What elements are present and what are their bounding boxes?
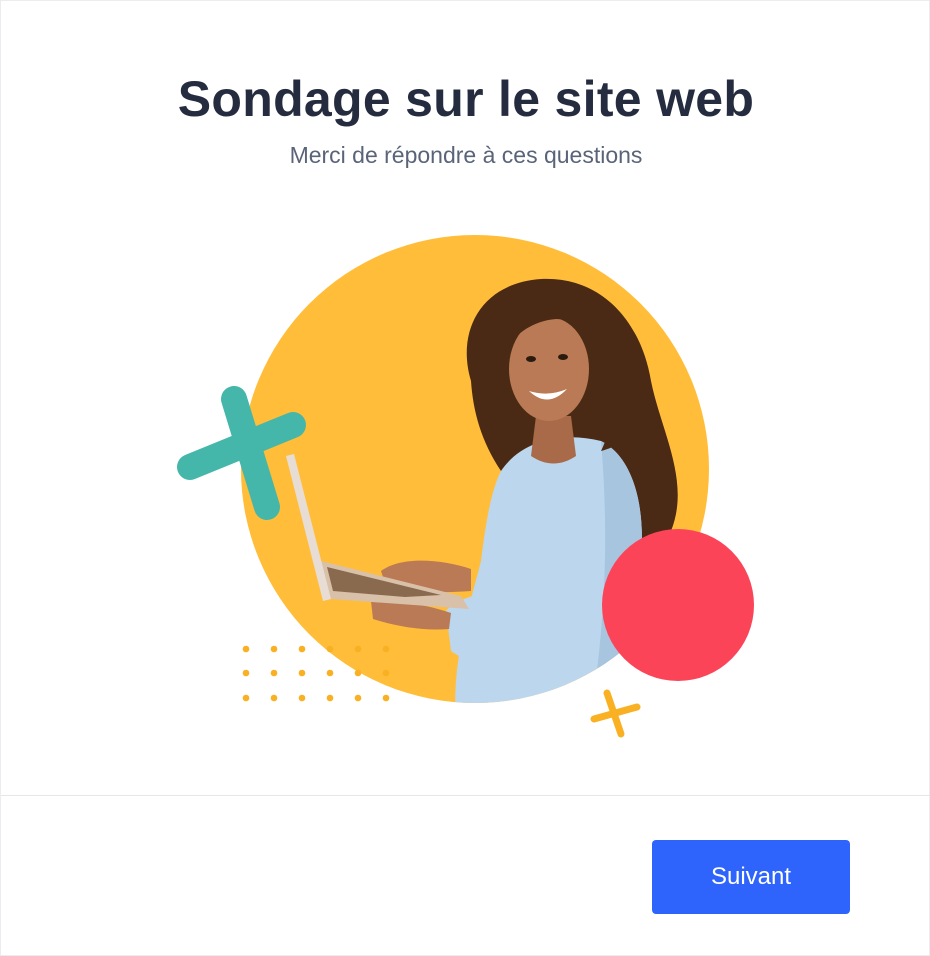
red-circle-shape <box>602 529 754 681</box>
woman-with-laptop-image <box>177 235 754 738</box>
page-title: Sondage sur le site web <box>177 71 755 127</box>
page-subtitle: Merci de répondre à ces questions <box>289 142 643 168</box>
next-button[interactable]: Suivant <box>652 840 850 914</box>
survey-card: Sondage sur le site web Merci de répondr… <box>0 0 930 956</box>
footer-divider <box>1 795 930 796</box>
orange-cross-decoration <box>590 689 641 738</box>
